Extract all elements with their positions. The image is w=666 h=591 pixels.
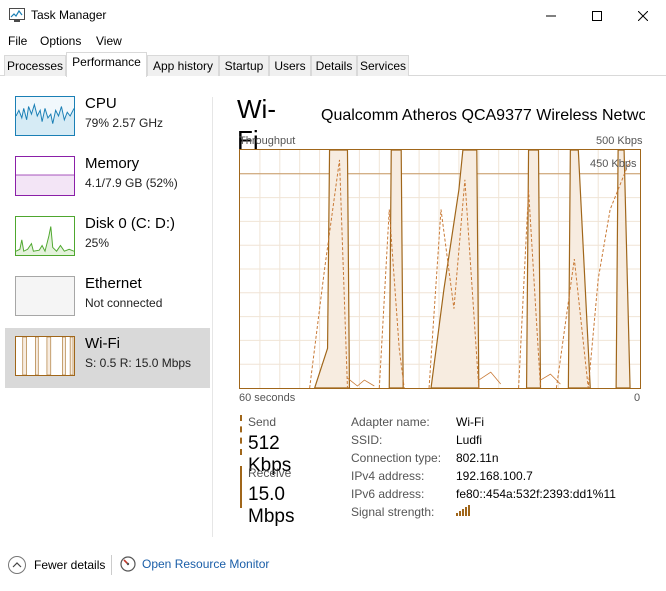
footer-separator bbox=[111, 555, 112, 575]
property-key: Signal strength: bbox=[351, 505, 435, 519]
tab-startup[interactable]: Startup bbox=[219, 55, 269, 76]
tab-app-history[interactable]: App history bbox=[147, 55, 219, 76]
property-key: Adapter name: bbox=[351, 415, 430, 429]
open-resource-monitor-label: Open Resource Monitor bbox=[142, 557, 270, 571]
throughput-graph bbox=[239, 149, 641, 389]
chevron-up-icon bbox=[8, 556, 26, 574]
receive-label: Receive bbox=[248, 466, 292, 480]
memory-thumbnail-graph bbox=[15, 156, 75, 196]
disk-usage: 25% bbox=[85, 236, 110, 250]
resource-item-wifi[interactable]: Wi-Fi S: 0.5 R: 15.0 Mbps bbox=[5, 328, 210, 388]
cpu-label: CPU bbox=[85, 95, 117, 112]
wifi-throughput: S: 0.5 R: 15.0 Mbps bbox=[85, 356, 192, 370]
send-indicator bbox=[240, 415, 242, 455]
open-resource-monitor-link[interactable]: Open Resource Monitor bbox=[120, 556, 269, 572]
tab-services[interactable]: Services bbox=[357, 55, 409, 76]
graph-label-throughput: Throughput bbox=[239, 135, 296, 147]
graph-label-zero: 0 bbox=[634, 392, 641, 404]
maximize-icon bbox=[592, 10, 602, 21]
property-value: Wi-Fi bbox=[456, 415, 484, 429]
window-title: Task Manager bbox=[31, 8, 107, 22]
wifi-thumbnail-graph bbox=[15, 336, 75, 376]
property-key: SSID: bbox=[351, 433, 383, 447]
task-manager-icon bbox=[9, 8, 25, 22]
resource-list: CPU 79% 2.57 GHz Memory 4.1/7.9 GB (52%)… bbox=[5, 95, 210, 461]
cpu-thumbnail-graph bbox=[15, 96, 75, 136]
minimize-button[interactable] bbox=[528, 0, 574, 31]
ethernet-status: Not connected bbox=[85, 296, 163, 310]
property-key: IPv4 address: bbox=[351, 469, 425, 483]
receive-value: 15.0 Mbps bbox=[248, 484, 295, 527]
memory-label: Memory bbox=[85, 155, 140, 172]
tab-performance[interactable]: Performance bbox=[66, 52, 147, 77]
resource-item-ethernet[interactable]: Ethernet Not connected bbox=[5, 275, 210, 336]
send-label: Send bbox=[248, 415, 277, 429]
property-value: Ludfi bbox=[456, 433, 483, 447]
disk-label: Disk 0 (C: D:) bbox=[85, 215, 175, 232]
close-button[interactable] bbox=[620, 0, 666, 31]
panel-divider bbox=[212, 97, 213, 537]
graph-label-max: 500 Kbps bbox=[596, 135, 643, 147]
tab-details[interactable]: Details bbox=[311, 55, 357, 76]
footer-bar: Fewer details Open Resource Monitor bbox=[0, 541, 666, 591]
receive-indicator bbox=[240, 466, 242, 508]
property-row: Signal strength: bbox=[351, 505, 651, 523]
property-row: IPv4 address: 192.168.100.7 bbox=[351, 469, 651, 487]
title-bar: Task Manager bbox=[0, 0, 666, 31]
cpu-usage: 79% 2.57 GHz bbox=[85, 116, 164, 130]
property-row: IPv6 address: fe80::454a:532f:2393:dd1%1… bbox=[351, 487, 651, 505]
property-row: Connection type: 802.11n bbox=[351, 451, 651, 469]
resource-monitor-icon bbox=[120, 556, 136, 572]
property-row: Adapter name: Wi-Fi bbox=[351, 415, 651, 433]
graph-label-time-span: 60 seconds bbox=[239, 392, 296, 404]
menu-file[interactable]: File bbox=[8, 34, 27, 48]
ethernet-label: Ethernet bbox=[85, 275, 142, 292]
fewer-details-label: Fewer details bbox=[34, 558, 106, 572]
resource-item-memory[interactable]: Memory 4.1/7.9 GB (52%) bbox=[5, 155, 210, 216]
tab-users[interactable]: Users bbox=[269, 55, 311, 76]
ethernet-thumbnail-graph bbox=[15, 276, 75, 316]
tab-processes[interactable]: Processes bbox=[4, 55, 66, 76]
wifi-label: Wi-Fi bbox=[85, 335, 120, 352]
menu-view[interactable]: View bbox=[96, 34, 122, 48]
graph-label-scale: 450 Kbps bbox=[590, 158, 637, 170]
close-icon bbox=[638, 10, 648, 21]
menu-bar: File Options View bbox=[0, 31, 666, 51]
property-key: IPv6 address: bbox=[351, 487, 425, 501]
signal-strength-icon bbox=[456, 505, 470, 516]
menu-options[interactable]: Options bbox=[40, 34, 81, 48]
maximize-button[interactable] bbox=[574, 0, 620, 31]
resource-item-disk[interactable]: Disk 0 (C: D:) 25% bbox=[5, 215, 210, 276]
tab-strip: Processes Performance App history Startu… bbox=[0, 52, 666, 77]
property-value: 192.168.100.7 bbox=[456, 469, 533, 483]
fewer-details-button[interactable]: Fewer details bbox=[8, 556, 105, 574]
property-value: fe80::454a:532f:2393:dd1%11 bbox=[456, 487, 616, 501]
property-value: 802.11n bbox=[456, 451, 499, 465]
resource-item-cpu[interactable]: CPU 79% 2.57 GHz bbox=[5, 95, 210, 156]
property-key: Connection type: bbox=[351, 451, 442, 465]
disk-thumbnail-graph bbox=[15, 216, 75, 256]
memory-usage: 4.1/7.9 GB (52%) bbox=[85, 176, 178, 190]
adapter-name-title: Qualcomm Atheros QCA9377 Wireless Networ… bbox=[321, 107, 645, 124]
minimize-icon bbox=[546, 15, 556, 16]
property-row: SSID: Ludfi bbox=[351, 433, 651, 451]
